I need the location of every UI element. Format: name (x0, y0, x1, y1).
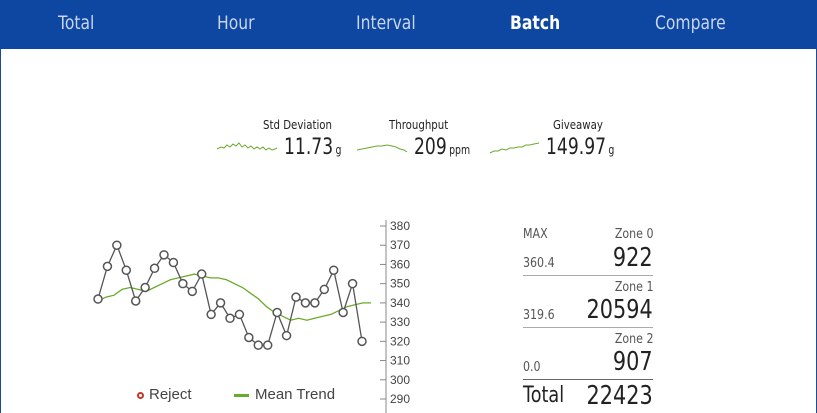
tab-hour[interactable]: Hour (217, 0, 255, 49)
zone-0-limit: 360.4 (523, 256, 555, 271)
kpi-unit: g (608, 143, 615, 157)
trend-line-icon (234, 393, 249, 397)
zone-0-name: Zone 0 (614, 227, 653, 242)
kpi-value: 11.73 g (284, 135, 341, 160)
legend-mean-trend: Mean Trend (234, 386, 335, 403)
zone-divider (523, 327, 653, 328)
zone-0-count: 922 (613, 243, 653, 273)
kpi-value: 209 ppm (414, 135, 470, 160)
zone-1-count: 20594 (586, 295, 653, 325)
zone-divider (523, 275, 653, 276)
max-label: MAX (523, 227, 548, 242)
legend-reject: Reject (137, 386, 192, 403)
tab-compare[interactable]: Compare (655, 0, 726, 49)
kpi-number: 209 (414, 135, 447, 160)
tab-interval[interactable]: Interval (356, 0, 416, 49)
kpi-label: Giveaway (553, 118, 603, 132)
kpi-label: Std Deviation (263, 118, 332, 132)
zone-1-name: Zone 1 (614, 280, 653, 295)
kpi-number: 149.97 (546, 135, 607, 160)
zone-2-name: Zone 2 (614, 332, 653, 347)
zone-total-divider (523, 379, 653, 380)
kpi-number: 11.73 (284, 135, 334, 160)
total-count: 22423 (586, 381, 653, 411)
kpi-unit: g (335, 143, 342, 157)
kpi-label: Throughput (389, 118, 449, 132)
zone-1-limit: 319.6 (523, 308, 555, 323)
throughput-sparkline (356, 144, 408, 153)
reject-marker-icon (137, 391, 144, 399)
tab-batch[interactable]: Batch (510, 0, 560, 49)
zone-2-limit: 0.0 (523, 360, 541, 375)
legend-reject-label: Reject (149, 386, 192, 403)
tab-bar: Total Hour Interval Batch Compare (0, 0, 817, 49)
legend-mean-trend-label: Mean Trend (255, 386, 336, 403)
total-label: Total (523, 383, 565, 408)
std-deviation-sparkline (216, 142, 278, 151)
giveaway-sparkline (489, 142, 540, 154)
app-frame (0, 0, 817, 413)
kpi-unit: ppm (449, 143, 471, 157)
zone-2-count: 907 (613, 347, 653, 377)
tab-total[interactable]: Total (58, 0, 94, 49)
kpi-value: 149.97 g (546, 135, 614, 160)
zone-table: MAX Zone 0 360.4 922 Zone 1 319.6 20594 … (523, 222, 653, 413)
